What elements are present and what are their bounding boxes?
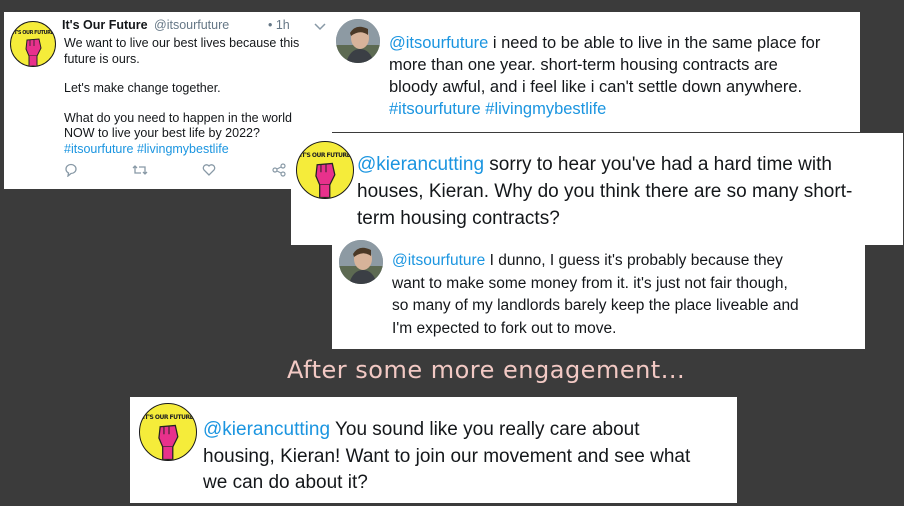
its-our-future-avatar[interactable]: IT'S OUR FUTURE: [10, 21, 56, 67]
kieran-avatar[interactable]: [336, 19, 380, 63]
kieran-avatar[interactable]: [339, 240, 383, 284]
person-photo-icon: [339, 240, 383, 284]
reply-text: @itsourfuture I dunno, I guess it's prob…: [392, 250, 799, 340]
retweet-icon[interactable]: [132, 163, 148, 177]
mention-link[interactable]: @itsourfuture: [389, 34, 488, 52]
reply-line: I'm expected to fork out to move.: [392, 319, 617, 337]
raised-fist-icon: [25, 38, 42, 66]
reply-line: want to make some money from it. it's ju…: [392, 274, 788, 292]
tweet-line: What do you need to happen in the world: [64, 110, 292, 125]
tweet-line: Let's make change together.: [64, 81, 221, 95]
reply-line: i need to be able to live in the same pl…: [488, 34, 821, 52]
account-handle[interactable]: @itsourfuture: [154, 18, 229, 32]
reply-text: @kierancutting You sound like you really…: [203, 417, 690, 497]
mention-link[interactable]: @kierancutting: [357, 154, 484, 175]
reply-icon[interactable]: [64, 163, 78, 177]
reply-line: we can do about it?: [203, 472, 368, 493]
mention-link[interactable]: @kierancutting: [203, 419, 330, 440]
hashtags[interactable]: #itsourfuture #livingmybestlife: [64, 142, 299, 158]
reply-card-itsourfuture-1: IT'S OUR FUTURE @kierancutting sorry to …: [291, 133, 903, 245]
hashtags[interactable]: #itsourfuture #livingmybestlife: [389, 98, 820, 120]
original-tweet-card: IT'S OUR FUTURE It's Our Future @itsourf…: [4, 12, 332, 189]
reply-line: more than one year. short-term housing c…: [389, 56, 778, 74]
raised-fist-icon: [158, 424, 179, 460]
tweet-line: We want to live our best lives because t…: [64, 36, 300, 50]
tweet-line: NOW to live your best life by 2022?: [64, 126, 260, 140]
its-our-future-avatar[interactable]: IT'S OUR FUTURE: [296, 141, 354, 199]
reply-line: I dunno, I guess it's probably because t…: [485, 252, 783, 269]
account-name[interactable]: It's Our Future: [62, 18, 148, 32]
reply-line: housing, Kieran! Want to join our moveme…: [203, 445, 691, 467]
reply-card-itsourfuture-2: IT'S OUR FUTURE @kierancutting You sound…: [130, 397, 737, 503]
reply-line: houses, Kieran. Why do you think there a…: [357, 181, 853, 202]
reply-text: @itsourfuture i need to be able to live …: [389, 32, 820, 120]
tweet-timestamp[interactable]: • 1h: [268, 18, 290, 32]
like-icon[interactable]: [202, 163, 216, 177]
tweet-line: future is ours.: [64, 51, 140, 66]
reply-card-kieran-1: @itsourfuture i need to be able to live …: [329, 12, 860, 132]
reply-line: You sound like you really care about: [330, 419, 640, 440]
tweet-body: We want to live our best lives because t…: [64, 36, 299, 157]
reply-line: term housing contracts?: [357, 208, 560, 229]
share-icon[interactable]: [272, 163, 286, 177]
reply-text: @kierancutting sorry to hear you've had …: [357, 151, 852, 232]
chevron-down-icon[interactable]: [314, 23, 326, 31]
reply-line: so many of my landlords barely keep the …: [392, 297, 799, 314]
reply-line: sorry to hear you've had a hard time wit…: [484, 154, 832, 175]
raised-fist-icon: [315, 162, 336, 198]
mention-link[interactable]: @itsourfuture: [392, 252, 485, 269]
its-our-future-avatar[interactable]: IT'S OUR FUTURE: [139, 403, 197, 461]
reply-card-kieran-2: @itsourfuture I dunno, I guess it's prob…: [332, 233, 865, 349]
reply-line: bloody awful, and i feel like i can't se…: [389, 78, 803, 96]
caption-text: After some more engagement...: [287, 356, 686, 384]
person-photo-icon: [336, 19, 380, 63]
